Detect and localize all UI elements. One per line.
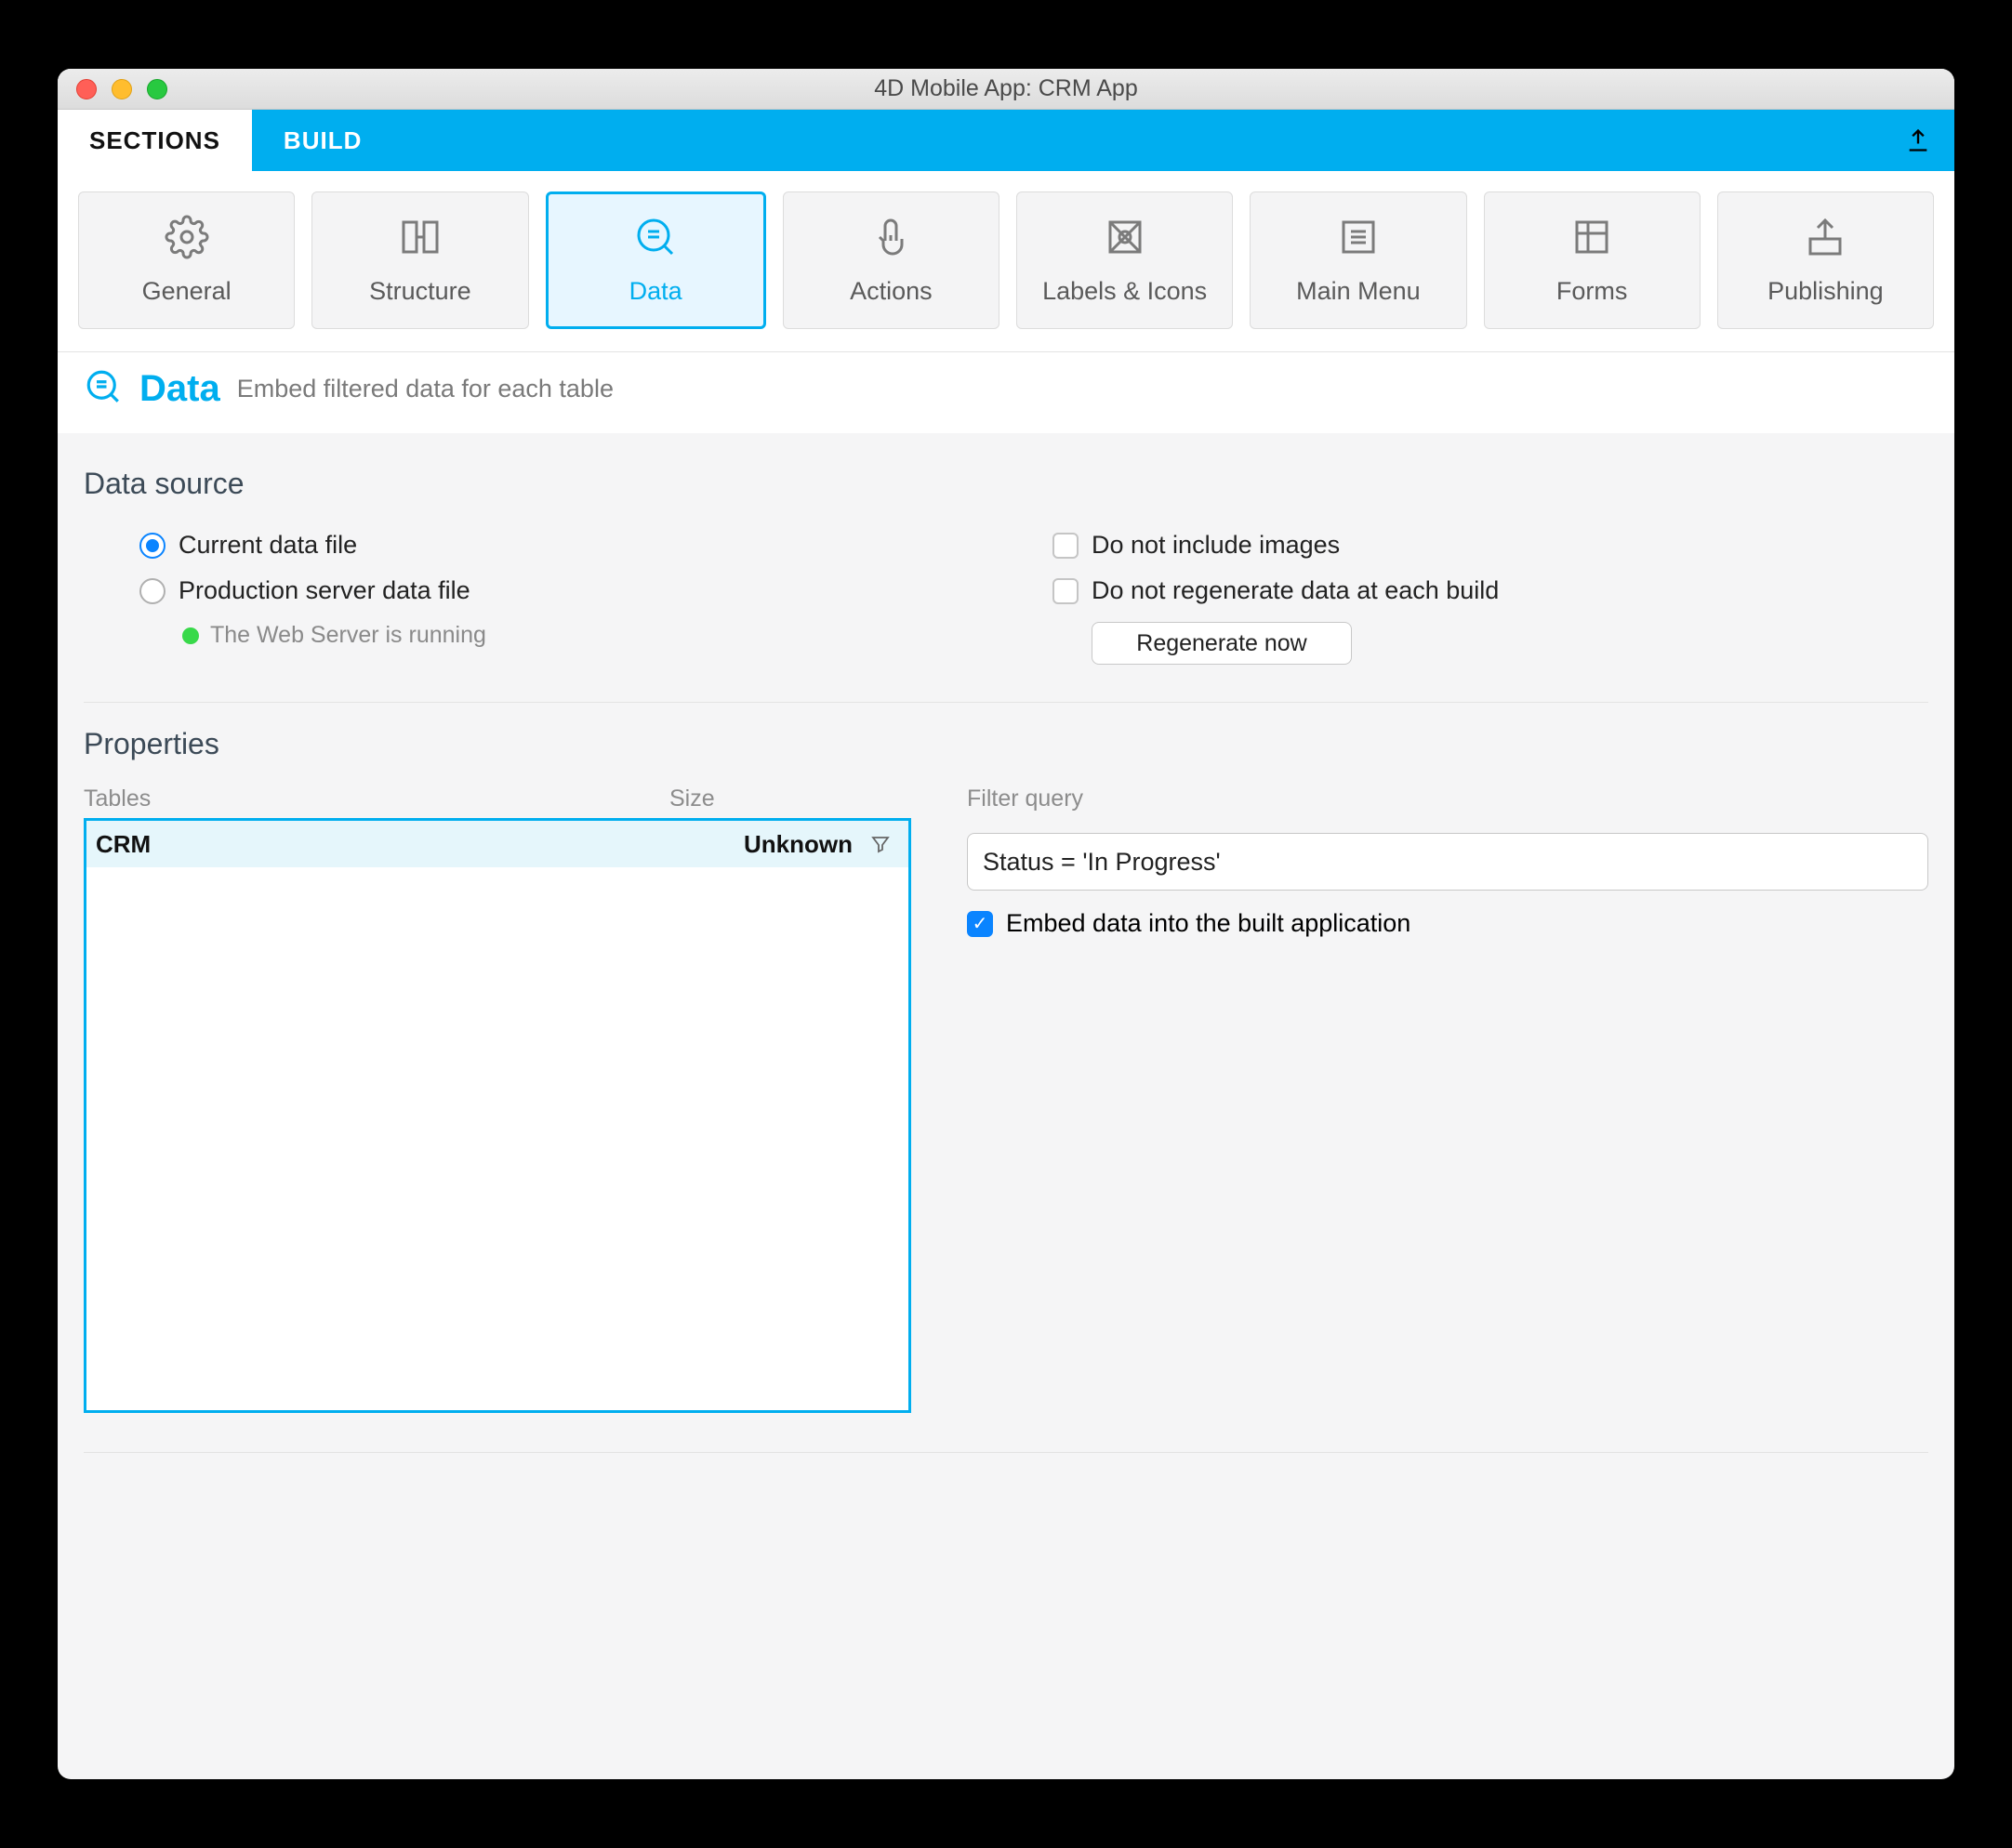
- section-tab-label: General: [142, 277, 232, 306]
- radio-label: Production server data file: [179, 576, 470, 605]
- filter-column: Filter query ✓ Embed data into the built…: [967, 785, 1928, 1413]
- checkbox-icon: [1052, 578, 1079, 604]
- content: Data source Current data file Production…: [58, 433, 1954, 1779]
- section-tab-labels[interactable]: Labels & Icons: [1016, 191, 1233, 329]
- radio-current-data-file[interactable]: Current data file: [139, 531, 1015, 560]
- gear-icon: [165, 215, 209, 264]
- data-source-right: Do not include images Do not regenerate …: [1052, 531, 1928, 665]
- radio-production-server[interactable]: Production server data file: [139, 576, 1015, 605]
- section-tab-label: Forms: [1556, 277, 1628, 306]
- properties-row: Tables Size CRM Unknown Filter query: [84, 785, 1928, 1453]
- checkbox-icon: ✓: [967, 911, 993, 937]
- section-tab-label: Structure: [369, 277, 471, 306]
- actions-icon: [868, 215, 913, 264]
- data-header-icon: [84, 367, 123, 411]
- radio-label: Current data file: [179, 531, 357, 560]
- app-window: 4D Mobile App: CRM App SECTIONS BUILD Ge…: [58, 69, 1954, 1779]
- maximize-window-button[interactable]: [147, 79, 167, 99]
- section-tab-publishing[interactable]: Publishing: [1717, 191, 1934, 329]
- menu-icon: [1336, 215, 1381, 264]
- page-title: Data: [139, 368, 220, 410]
- close-window-button[interactable]: [76, 79, 97, 99]
- structure-icon: [398, 215, 443, 264]
- checkbox-no-images[interactable]: Do not include images: [1052, 531, 1928, 560]
- server-status: The Web Server is running: [139, 622, 1015, 649]
- section-tab-label: Actions: [850, 277, 933, 306]
- export-icon[interactable]: [1895, 110, 1941, 171]
- tab-build[interactable]: BUILD: [252, 110, 393, 171]
- checkbox-no-regenerate[interactable]: Do not regenerate data at each build: [1052, 576, 1928, 605]
- radio-icon: [139, 578, 165, 604]
- tables-label: Tables: [84, 785, 669, 812]
- section-tab-label: Publishing: [1767, 277, 1884, 306]
- traffic-lights: [58, 79, 167, 99]
- checkbox-icon: [1052, 533, 1079, 559]
- tab-sections[interactable]: SECTIONS: [58, 110, 252, 171]
- tables-column: Tables Size CRM Unknown: [84, 785, 911, 1413]
- table-size: Unknown: [657, 830, 862, 859]
- section-tab-label: Labels & Icons: [1042, 277, 1207, 306]
- checkbox-label: Do not regenerate data at each build: [1092, 576, 1499, 605]
- tables-list[interactable]: CRM Unknown: [84, 818, 911, 1413]
- data-icon: [633, 215, 678, 264]
- filter-query-label: Filter query: [967, 785, 1928, 812]
- forms-icon: [1569, 215, 1614, 264]
- section-tab-general[interactable]: General: [78, 191, 295, 329]
- window-title: 4D Mobile App: CRM App: [58, 75, 1954, 102]
- page-header: Data Embed filtered data for each table: [58, 352, 1954, 433]
- section-tab-structure[interactable]: Structure: [311, 191, 528, 329]
- main-tabs: SECTIONS BUILD: [58, 110, 1954, 171]
- status-dot-icon: [182, 627, 199, 644]
- section-tab-label: Data: [629, 277, 682, 306]
- filter-icon: [862, 833, 899, 855]
- section-tab-actions[interactable]: Actions: [783, 191, 999, 329]
- section-tab-forms[interactable]: Forms: [1484, 191, 1701, 329]
- data-source-grid: Current data file Production server data…: [84, 525, 1928, 703]
- section-tab-data[interactable]: Data: [546, 191, 766, 329]
- publishing-icon: [1803, 215, 1847, 264]
- checkbox-label: Embed data into the built application: [1006, 909, 1410, 938]
- section-tab-label: Main Menu: [1296, 277, 1421, 306]
- data-source-heading: Data source: [84, 467, 1928, 501]
- checkbox-label: Do not include images: [1092, 531, 1340, 560]
- checkbox-embed-data[interactable]: ✓ Embed data into the built application: [967, 909, 1928, 938]
- section-tab-mainmenu[interactable]: Main Menu: [1250, 191, 1466, 329]
- section-tabs: General Structure Data Actions: [58, 171, 1954, 351]
- server-status-text: The Web Server is running: [210, 622, 486, 649]
- radio-icon: [139, 533, 165, 559]
- regenerate-now-button[interactable]: Regenerate now: [1092, 622, 1352, 665]
- minimize-window-button[interactable]: [112, 79, 132, 99]
- tables-header: Tables Size: [84, 785, 911, 812]
- titlebar: 4D Mobile App: CRM App: [58, 69, 1954, 110]
- properties-heading: Properties: [84, 727, 1928, 761]
- section-tabs-wrap: General Structure Data Actions: [58, 171, 1954, 352]
- size-label: Size: [669, 785, 911, 812]
- page-subtitle: Embed filtered data for each table: [237, 375, 614, 403]
- filter-query-input[interactable]: [967, 833, 1928, 891]
- table-name: CRM: [96, 830, 657, 859]
- data-source-left: Current data file Production server data…: [139, 531, 1015, 665]
- labels-icon: [1103, 215, 1147, 264]
- table-row[interactable]: CRM Unknown: [86, 821, 908, 867]
